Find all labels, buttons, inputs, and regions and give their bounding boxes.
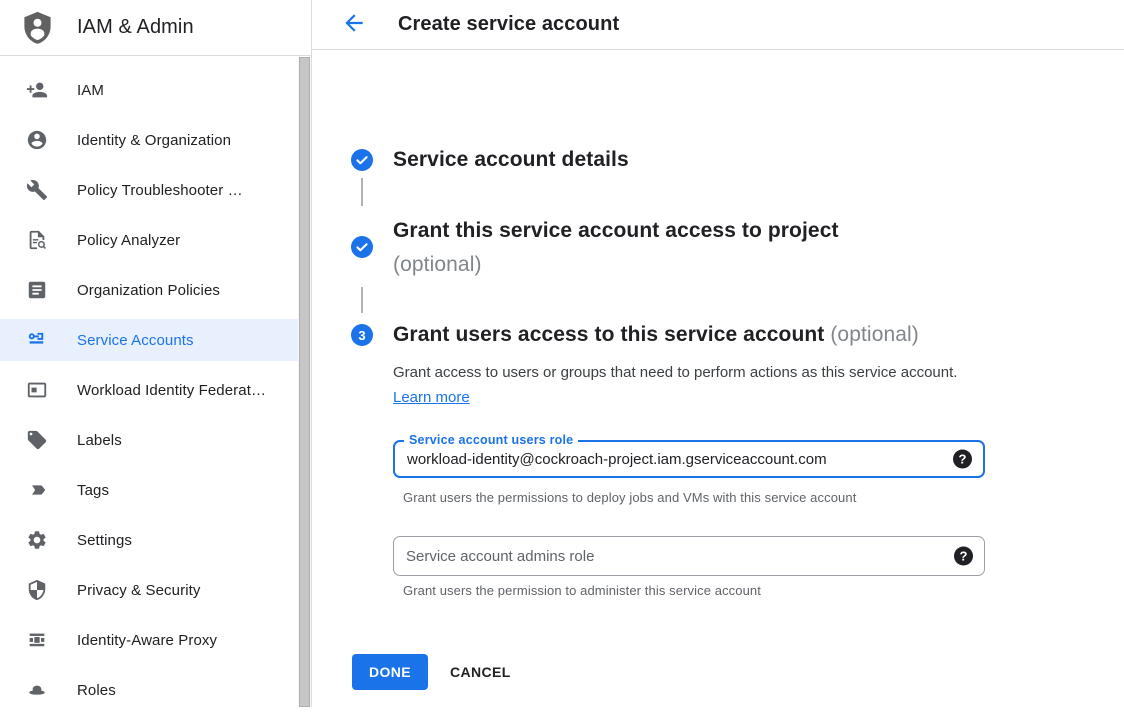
badge-card-icon: [26, 379, 48, 401]
sidebar-item-roles[interactable]: Roles: [0, 665, 298, 715]
sidebar-item-policy-analyzer[interactable]: Policy Analyzer: [0, 215, 298, 265]
tag-arrow-icon: [26, 479, 48, 501]
step3-title-text: Grant users access to this service accou…: [393, 323, 824, 346]
sidebar-item-label: Identity & Organization: [77, 132, 231, 149]
sidebar-item-label: Settings: [77, 532, 132, 549]
sidebar-scrollbar: [298, 57, 311, 707]
step1-title: Service account details: [393, 147, 629, 173]
policy-analyzer-icon: [26, 229, 48, 251]
sidebar-item-service-accounts[interactable]: Service Accounts: [0, 315, 298, 365]
sidebar-item-label: Organization Policies: [77, 282, 220, 299]
page-title: Create service account: [398, 13, 619, 36]
back-button[interactable]: [341, 12, 367, 38]
sidebar-item-label: Workload Identity Federat…: [77, 382, 266, 399]
step2-title-block: Grant this service account access to pro…: [393, 214, 839, 282]
step3-number-badge: 3: [351, 324, 373, 346]
sidebar-item-settings[interactable]: Settings: [0, 515, 298, 565]
step3-description: Grant access to users or groups that nee…: [393, 360, 961, 410]
sidebar-header: IAM & Admin: [0, 0, 311, 56]
sidebar-item-label: Roles: [77, 682, 116, 699]
help-icon[interactable]: ?: [954, 547, 973, 566]
step-connector: [361, 178, 363, 206]
step2-title: Grant this service account access to pro…: [393, 214, 839, 248]
sidebar-item-tags[interactable]: Tags: [0, 465, 298, 515]
sidebar-item-label: Privacy & Security: [77, 582, 201, 599]
shield-half-icon: [26, 579, 48, 601]
main-panel: Create service account Service account d…: [312, 0, 1124, 707]
gear-icon: [26, 529, 48, 551]
admins-role-field: ?: [393, 536, 985, 576]
sidebar-item-identity-aware-proxy[interactable]: Identity-Aware Proxy: [0, 615, 298, 665]
done-button[interactable]: DONE: [352, 654, 428, 690]
sidebar-item-organization-policies[interactable]: Organization Policies: [0, 265, 298, 315]
sidebar-item-privacy-security[interactable]: Privacy & Security: [0, 565, 298, 615]
person-add-icon: [26, 79, 48, 101]
create-service-account-form: Service account details Grant this servi…: [312, 50, 1124, 707]
step2-completed-check-icon: [351, 236, 373, 258]
wrench-icon: [26, 179, 48, 201]
sidebar-item-label: Policy Troubleshooter …: [77, 182, 243, 199]
iam-shield-logo-icon: [19, 8, 56, 48]
sidebar-item-label: Policy Analyzer: [77, 232, 180, 249]
sidebar-item-label: Labels: [77, 432, 122, 449]
users-role-input[interactable]: [407, 442, 939, 476]
sidebar-item-identity-organization[interactable]: Identity & Organization: [0, 115, 298, 165]
step2-optional-label: (optional): [393, 248, 839, 282]
app-name: IAM & Admin: [77, 16, 194, 39]
sidebar-nav: IAM Identity & Organization Policy Troub…: [0, 57, 298, 715]
gcp-console-page: IAM & Admin IAM Identity & Organization …: [0, 0, 1124, 707]
sidebar-item-labels[interactable]: Labels: [0, 415, 298, 465]
cancel-button[interactable]: CANCEL: [441, 654, 520, 690]
hat-icon: [26, 679, 48, 701]
step-connector: [361, 287, 363, 313]
service-account-key-icon: [26, 329, 48, 351]
admins-role-helper-text: Grant users the permission to administer…: [403, 583, 761, 598]
sidebar: IAM & Admin IAM Identity & Organization …: [0, 0, 312, 707]
sidebar-item-iam[interactable]: IAM: [0, 65, 298, 115]
step3-optional-label: (optional): [830, 323, 919, 346]
sidebar-scrollbar-thumb[interactable]: [299, 57, 310, 707]
sidebar-item-label: IAM: [77, 82, 104, 99]
users-role-field: Service account users role ?: [393, 440, 985, 478]
sidebar-item-label: Identity-Aware Proxy: [77, 632, 217, 649]
arrow-back-icon: [341, 10, 367, 39]
sidebar-item-workload-identity-federation[interactable]: Workload Identity Federat…: [0, 365, 298, 415]
sidebar-item-label: Tags: [77, 482, 109, 499]
article-icon: [26, 279, 48, 301]
users-role-helper-text: Grant users the permissions to deploy jo…: [403, 490, 856, 505]
step3-description-text: Grant access to users or groups that nee…: [393, 364, 957, 381]
step3-title: Grant users access to this service accou…: [393, 322, 919, 348]
page-header: Create service account: [312, 0, 1124, 50]
help-icon[interactable]: ?: [953, 450, 972, 469]
account-circle-icon: [26, 129, 48, 151]
admins-role-input[interactable]: [406, 537, 940, 575]
sidebar-item-policy-troubleshooter[interactable]: Policy Troubleshooter …: [0, 165, 298, 215]
label-tag-icon: [26, 429, 48, 451]
learn-more-link[interactable]: Learn more: [393, 389, 470, 406]
sidebar-item-label: Service Accounts: [77, 332, 194, 349]
proxy-grid-icon: [26, 629, 48, 651]
step1-completed-check-icon: [351, 149, 373, 171]
step3-number: 3: [358, 328, 365, 343]
